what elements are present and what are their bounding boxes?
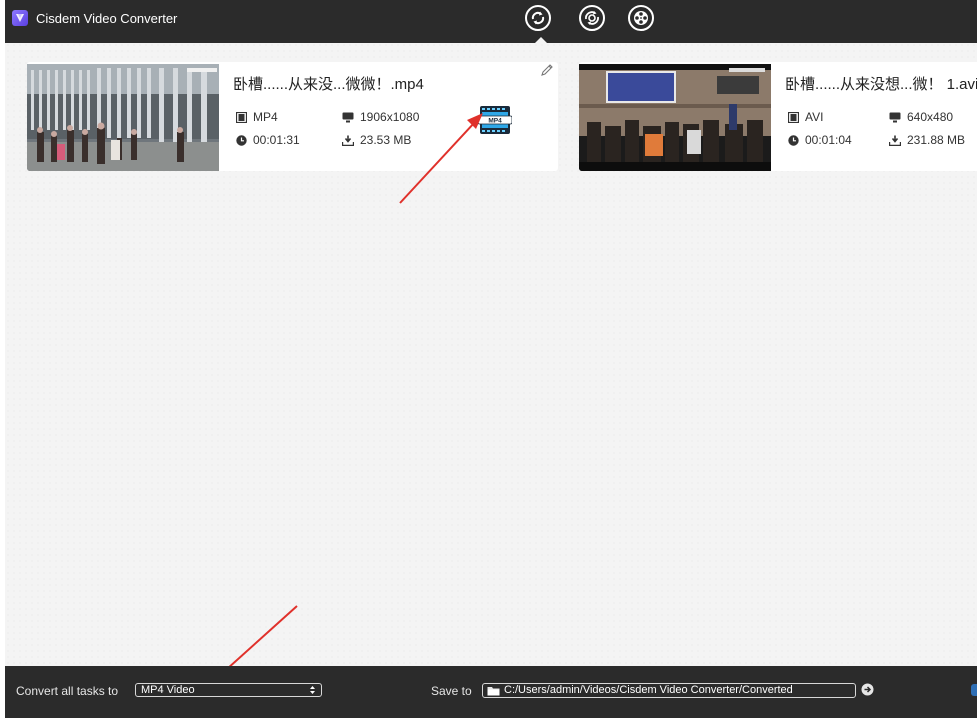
arrow-to-format-icon xyxy=(399,113,483,204)
save-path-field[interactable]: C:/Users/admin/Videos/Cisdem Video Conve… xyxy=(482,683,856,698)
app-window: Cisdem Video Converter 卧槽......从来没...微微！… xyxy=(5,0,977,718)
output-format-select[interactable]: MP4 Video xyxy=(135,683,322,697)
convert-button-edge[interactable] xyxy=(971,684,977,696)
select-updown-icon xyxy=(310,686,315,694)
open-folder-arrow-icon[interactable] xyxy=(861,683,874,696)
annotation-arrows xyxy=(208,113,483,686)
convert-all-label: Convert all tasks to xyxy=(16,684,119,698)
selected-format: MP4 Video xyxy=(141,684,195,696)
save-to-label: Save to xyxy=(431,684,472,698)
save-path: C:/Users/admin/Videos/Cisdem Video Conve… xyxy=(504,684,793,696)
folder-icon xyxy=(487,687,500,696)
bottom-bar: Convert all tasks to MP4 Video Save to C… xyxy=(5,666,977,718)
